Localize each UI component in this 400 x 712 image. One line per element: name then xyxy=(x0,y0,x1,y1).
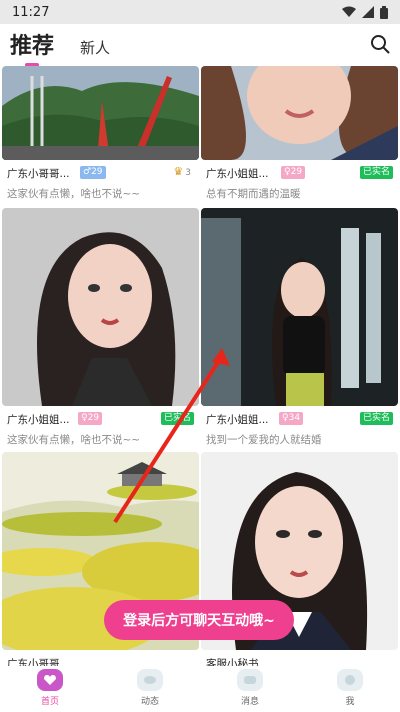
nav-moments[interactable]: 动态 xyxy=(120,669,180,707)
nav-messages-label: 消息 xyxy=(240,697,259,707)
top-nav: 推荐 新人 xyxy=(0,24,400,67)
moments-icon xyxy=(137,669,163,691)
message-icon xyxy=(237,669,263,691)
nav-me[interactable]: 我 xyxy=(320,669,380,707)
battery-icon xyxy=(380,5,388,19)
feed: 广东小哥哥... ♂29 ♛ 3 这家伙有点懒，啥也不说~~ 广东小姐姐... ♀… xyxy=(0,66,400,666)
tab-recommend-label: 推荐 xyxy=(10,34,55,59)
search-icon[interactable] xyxy=(370,34,390,54)
profile-icon xyxy=(337,669,363,691)
annotation-arrow xyxy=(113,348,230,524)
nav-home[interactable]: 首页 xyxy=(20,669,80,707)
tab-new[interactable]: 新人 xyxy=(80,37,110,58)
nav-me-label: 我 xyxy=(345,697,355,707)
status-bar: 11:27 xyxy=(0,0,400,24)
bottom-nav: 首页 动态 消息 我 xyxy=(0,666,400,712)
status-time: 11:27 xyxy=(12,4,50,20)
signal-icon xyxy=(362,6,374,18)
nav-messages[interactable]: 消息 xyxy=(220,669,280,707)
wifi-icon xyxy=(342,6,356,17)
nav-home-label: 首页 xyxy=(40,697,59,707)
status-icons xyxy=(342,5,388,19)
tab-recommend[interactable]: 推荐 xyxy=(10,28,55,67)
home-icon xyxy=(37,669,63,691)
nav-moments-label: 动态 xyxy=(140,697,159,707)
login-prompt-button[interactable]: 登录后方可聊天互动哦~ xyxy=(104,600,294,640)
